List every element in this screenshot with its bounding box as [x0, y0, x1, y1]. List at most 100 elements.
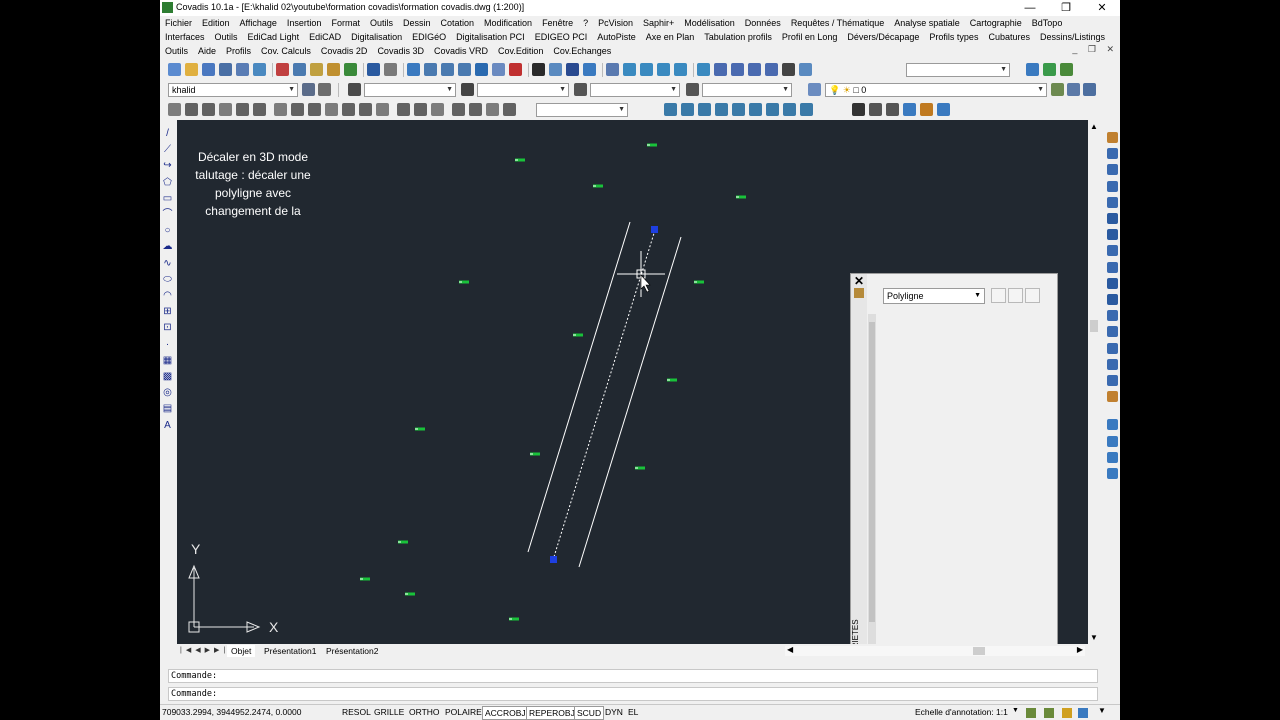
menu-cov-calculs[interactable]: Cov. Calculs [256, 46, 316, 56]
stretch-3d-icon[interactable] [800, 103, 813, 116]
markup-icon[interactable] [549, 63, 562, 76]
scale-icon[interactable] [1107, 245, 1118, 257]
box-icon[interactable] [869, 103, 882, 116]
view-bottom-icon[interactable] [674, 63, 687, 76]
pan-tool-icon[interactable] [1026, 63, 1039, 76]
view-style-icon[interactable] [937, 103, 950, 116]
jogged-dim-icon[interactable] [253, 103, 266, 116]
menu-analyse-spatiale[interactable]: Analyse spatiale [889, 18, 965, 28]
status-ortho-button[interactable]: ORTHO [407, 706, 442, 718]
break-icon[interactable] [1107, 326, 1118, 338]
revision-cloud-icon[interactable]: ☁ [162, 241, 173, 252]
sphere-icon[interactable] [903, 103, 916, 116]
lock-icon[interactable] [1062, 708, 1072, 718]
pan-icon[interactable] [407, 63, 420, 76]
erase-icon[interactable] [1107, 132, 1118, 143]
menu-cotation[interactable]: Cotation [436, 18, 480, 28]
copy-3d-icon[interactable] [681, 103, 694, 116]
vertical-scroll-thumb[interactable] [1090, 320, 1098, 332]
table-style-combo[interactable]: ▼ [590, 83, 680, 97]
menu-affichage[interactable]: Affichage [235, 18, 282, 28]
tab-objet[interactable]: Objet [227, 645, 256, 657]
quick-select-icon[interactable] [1025, 288, 1040, 303]
horizontal-scroll-thumb[interactable] [973, 647, 985, 655]
chamfer-icon[interactable] [1107, 358, 1118, 370]
toggle-pickadd-icon[interactable] [991, 288, 1006, 303]
polyline-icon[interactable]: ↪ [162, 160, 173, 171]
annotation-scale-value[interactable]: 1:1 [996, 707, 1008, 717]
zoom-window-icon[interactable] [441, 63, 454, 76]
command-input[interactable]: Commande: [168, 687, 1098, 701]
open-icon[interactable] [185, 63, 198, 76]
menu-cov-echanges[interactable]: Cov.Echanges [548, 46, 616, 56]
layer-combo[interactable]: 💡 ☀ □ 0 ▼ [825, 83, 1047, 97]
style-settings-icon[interactable] [302, 83, 315, 96]
menu-axe-en-plan[interactable]: Axe en Plan [641, 32, 700, 42]
move-3d-icon[interactable] [698, 103, 711, 116]
menu-modification[interactable]: Modification [479, 18, 537, 28]
linear-dim-icon[interactable] [168, 103, 181, 116]
layer-previous-icon[interactable] [1067, 83, 1080, 96]
menu-edigeo[interactable]: EDIGéO [407, 32, 451, 42]
palette-scrollbar[interactable] [868, 314, 876, 644]
dim-text-edit-icon[interactable] [486, 103, 499, 116]
print-icon[interactable] [219, 63, 232, 76]
multileader-style-combo[interactable]: ▼ [702, 83, 792, 97]
text-style-combo[interactable]: khalid ▼ [168, 83, 298, 97]
palette-close-icon[interactable]: ✕ [854, 275, 864, 287]
scroll-left-icon[interactable]: ◀ [787, 645, 793, 654]
point-icon[interactable]: · [162, 339, 173, 350]
calculator-icon[interactable] [566, 63, 579, 76]
menu-edicad-light[interactable]: EdiCad Light [243, 32, 305, 42]
menu-dessin[interactable]: Dessin [398, 18, 436, 28]
menu-help[interactable]: ? [578, 18, 593, 28]
aligned-dim-icon[interactable] [185, 103, 198, 116]
diameter-dim-icon[interactable] [274, 103, 287, 116]
spline-icon[interactable]: ∿ [162, 258, 173, 269]
array-icon[interactable] [1107, 196, 1118, 208]
ellipse-icon[interactable]: ⬭ [162, 274, 173, 285]
offset-icon[interactable] [1107, 180, 1118, 192]
rotate-icon[interactable] [1107, 229, 1118, 241]
annotation-visibility-icon[interactable] [1026, 708, 1036, 718]
menu-fichier[interactable]: Fichier [160, 18, 197, 28]
block-editor-icon[interactable] [344, 63, 357, 76]
menu-aide[interactable]: Aide [193, 46, 221, 56]
trim-icon[interactable] [1107, 277, 1118, 289]
table-icon[interactable]: ▤ [162, 403, 173, 414]
cut-icon[interactable] [276, 63, 289, 76]
drawing-canvas[interactable]: Y X Décaler en 3D mode talutage : décale… [177, 120, 1088, 644]
explode-3d-icon[interactable] [766, 103, 779, 116]
menu-profils-types[interactable]: Profils types [924, 32, 983, 42]
status-scud-button[interactable]: SCUD [574, 706, 605, 720]
vertical-scrollbar[interactable]: ▲ ▼ [1088, 120, 1100, 644]
design-center-icon[interactable] [492, 63, 505, 76]
menu-saphir[interactable]: Saphir+ [638, 18, 679, 28]
properties-icon[interactable] [475, 63, 488, 76]
grip-bottom[interactable] [550, 556, 557, 563]
view-front-icon[interactable] [623, 63, 636, 76]
status-reperobj-button[interactable]: REPEROBJ [526, 706, 578, 720]
menu-bdtopo[interactable]: BdTopo [1027, 18, 1068, 28]
iso-sw-icon[interactable] [714, 63, 727, 76]
menu-donnees[interactable]: Données [740, 18, 786, 28]
horizontal-scrollbar[interactable]: ◀ ▶ [785, 645, 1085, 656]
zoom-extents-icon[interactable] [799, 63, 812, 76]
copy-icon[interactable] [293, 63, 306, 76]
insert-block-icon[interactable]: ⊞ [162, 306, 173, 317]
menu-insertion[interactable]: Insertion [282, 18, 327, 28]
menu-covadis-vrd[interactable]: Covadis VRD [429, 46, 493, 56]
help-icon[interactable] [583, 63, 596, 76]
camera-icon[interactable] [782, 63, 795, 76]
menu-format[interactable]: Format [326, 18, 365, 28]
menu-modelisation[interactable]: Modélisation [679, 18, 740, 28]
offset-line-right[interactable] [578, 236, 682, 568]
orbit-icon[interactable] [1043, 63, 1056, 76]
menu-edition[interactable]: Edition [197, 18, 235, 28]
angular-dim-icon[interactable] [291, 103, 304, 116]
draw-order-back-icon[interactable] [1107, 435, 1118, 447]
clean-screen-icon[interactable] [1078, 708, 1088, 718]
tab-presentation1[interactable]: Présentation1 [260, 645, 320, 657]
annotation-scale-dropdown-icon[interactable]: ▼ [1012, 707, 1019, 714]
status-grille-button[interactable]: GRILLE [372, 706, 406, 718]
